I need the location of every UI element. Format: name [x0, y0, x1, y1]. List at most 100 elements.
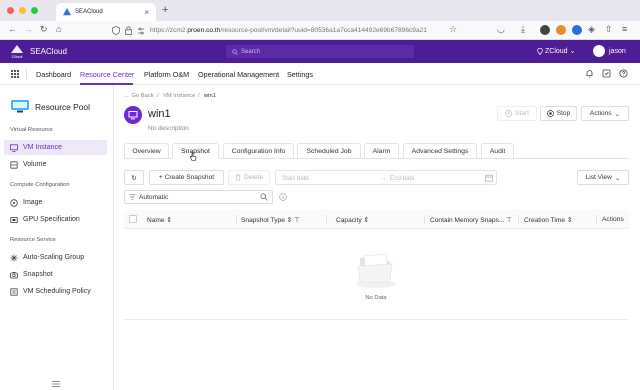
pocket-icon[interactable]: ◡ — [497, 24, 505, 35]
scaling-icon — [10, 254, 18, 261]
column-contain-memory-snapshot[interactable]: Contain Memory Snaps... ⊤ — [430, 216, 512, 224]
stop-icon — [546, 110, 554, 117]
actions-dropdown[interactable]: Actions ⌄ — [581, 106, 629, 121]
info-icon[interactable] — [279, 193, 287, 201]
create-snapshot-button[interactable]: + Create Snapshot — [149, 170, 224, 185]
module-dashboard[interactable]: Dashboard — [36, 70, 71, 79]
browser-tab[interactable]: SEACloud × — [56, 3, 156, 21]
start-button[interactable]: Start — [497, 106, 537, 121]
trash-icon — [235, 174, 241, 181]
breadcrumb-vm-instance[interactable]: VM Instance — [163, 93, 195, 99]
filter-icon — [129, 194, 136, 200]
extension-orange-icon[interactable] — [556, 25, 566, 35]
extension-dark-icon[interactable] — [540, 25, 550, 35]
bookmark-star-icon[interactable]: ☆ — [449, 24, 457, 35]
reload-icon[interactable]: ↻ — [40, 24, 48, 35]
url-text: https://zcm2.proen.co.th/resource-pool/v… — [150, 27, 427, 34]
volume-icon — [10, 160, 18, 169]
column-divider — [326, 215, 327, 224]
bell-icon[interactable] — [585, 69, 594, 78]
close-window-button[interactable] — [7, 7, 14, 14]
tab-alarm[interactable]: Alarm — [364, 143, 399, 159]
home-icon[interactable]: ⌂ — [56, 24, 61, 34]
select-all-checkbox[interactable] — [129, 215, 137, 223]
column-divider — [424, 215, 425, 224]
filter-input[interactable]: Automatic — [124, 190, 273, 204]
module-operational-management[interactable]: Operational Management — [198, 70, 279, 79]
tab-title: SEACloud — [75, 9, 103, 15]
column-capacity[interactable]: Capacity ⇕ — [336, 216, 369, 224]
tab-scheduled-job[interactable]: Scheduled Job — [297, 143, 361, 159]
permissions-icon — [138, 27, 144, 34]
url-field[interactable]: https://zcm2.proen.co.th/resource-pool/v… — [112, 24, 458, 37]
column-divider — [596, 215, 597, 224]
sidebar-item-image[interactable]: Image — [4, 195, 107, 210]
chevron-down-icon: ⌄ — [614, 174, 621, 182]
lock-icon — [125, 26, 132, 35]
image-icon — [10, 198, 18, 207]
breadcrumb-current: win1 — [204, 93, 216, 99]
back-icon[interactable]: ← — [8, 24, 17, 34]
user-menu[interactable]: jason — [593, 45, 626, 57]
delete-button[interactable]: Delete — [228, 170, 270, 185]
chevron-down-icon: ⌄ — [569, 48, 576, 55]
stop-button[interactable]: Stop — [540, 106, 577, 121]
column-name[interactable]: Name ⇕ — [147, 216, 172, 224]
zoom-window-button[interactable] — [31, 7, 38, 14]
view-mode-dropdown[interactable]: List View ⌄ — [577, 170, 629, 185]
sidebar-item-vm-instance[interactable]: VM Instance — [4, 140, 107, 155]
search-icon[interactable] — [260, 193, 268, 201]
table-bottom-border — [124, 319, 629, 320]
tab-close-icon[interactable]: × — [144, 8, 149, 17]
monitor-icon — [10, 143, 18, 152]
forward-icon[interactable]: → — [24, 24, 33, 34]
module-platform-om[interactable]: Platform O&M — [144, 70, 189, 79]
column-creation-time[interactable]: Creation Time ⇕ — [524, 216, 572, 224]
mouse-pointer-icon — [189, 152, 197, 161]
avatar — [593, 45, 605, 57]
sidebar-item-volume[interactable]: Volume — [4, 157, 107, 172]
policy-icon — [10, 287, 18, 296]
module-nav: Dashboard Resource Center Platform O&M O… — [0, 63, 640, 85]
refresh-button[interactable]: ↻ — [124, 170, 144, 185]
downloads-icon[interactable]: ⤓ — [521, 24, 525, 35]
help-icon[interactable] — [619, 69, 628, 78]
sidebar-item-label: Volume — [23, 161, 47, 168]
region-selector[interactable]: ZCloud ⌄ — [537, 47, 575, 55]
sidebar-item-auto-scaling-group[interactable]: Auto-Scaling Group — [4, 250, 107, 265]
sidebar-section-compute-configuration: Compute Configuration — [10, 182, 70, 188]
column-snapshot-type[interactable]: Snapshot Type ⇕ ⊤ — [241, 216, 300, 224]
tab-advanced-settings[interactable]: Advanced Settings — [403, 143, 477, 159]
app-grid-icon[interactable] — [11, 70, 19, 78]
sidebar-collapse-icon[interactable] — [52, 381, 60, 387]
sidebar-item-label: Auto-Scaling Group — [23, 254, 85, 261]
tab-audit[interactable]: Audit — [481, 143, 514, 159]
gpu-icon — [10, 216, 18, 223]
table-header: Name ⇕ Snapshot Type ⇕ ⊤ Capacity ⇕ Cont… — [124, 210, 629, 229]
module-settings[interactable]: Settings — [287, 70, 313, 79]
share-icon[interactable]: ⇧ — [605, 24, 613, 35]
camera-icon — [10, 271, 18, 278]
empty-folder-icon — [356, 253, 396, 288]
module-resource-center[interactable]: Resource Center — [80, 70, 134, 79]
tab-configuration-info[interactable]: Configuration Info — [223, 143, 294, 159]
sidebar-item-label: VM Scheduling Policy — [23, 288, 91, 295]
sidebar-item-gpu-specification[interactable]: GPU Specification — [4, 212, 107, 227]
global-search-input[interactable]: Search — [226, 45, 414, 58]
monitor-icon — [128, 111, 138, 120]
extension-blue-icon[interactable] — [572, 25, 582, 35]
extension-shield-icon[interactable]: ◈ — [588, 24, 595, 35]
minimize-window-button[interactable] — [19, 7, 26, 14]
breadcrumb-go-back[interactable]: ← Go Back — [124, 93, 154, 99]
search-icon — [232, 48, 238, 55]
sidebar-section-resource-service: Resource Service — [10, 237, 56, 243]
sidebar-item-vm-scheduling-policy[interactable]: VM Scheduling Policy — [4, 284, 107, 299]
end-date-placeholder: End date — [390, 175, 415, 182]
sidebar-item-snapshot[interactable]: Snapshot — [4, 267, 107, 282]
new-tab-button[interactable]: + — [162, 4, 168, 16]
sidebar-title: Resource Pool — [35, 102, 90, 112]
date-range-picker[interactable]: Start date → End date — [275, 170, 497, 185]
task-icon[interactable] — [602, 69, 611, 78]
tab-overview[interactable]: Overview — [124, 143, 169, 159]
menu-icon[interactable]: ≡ — [622, 24, 627, 34]
